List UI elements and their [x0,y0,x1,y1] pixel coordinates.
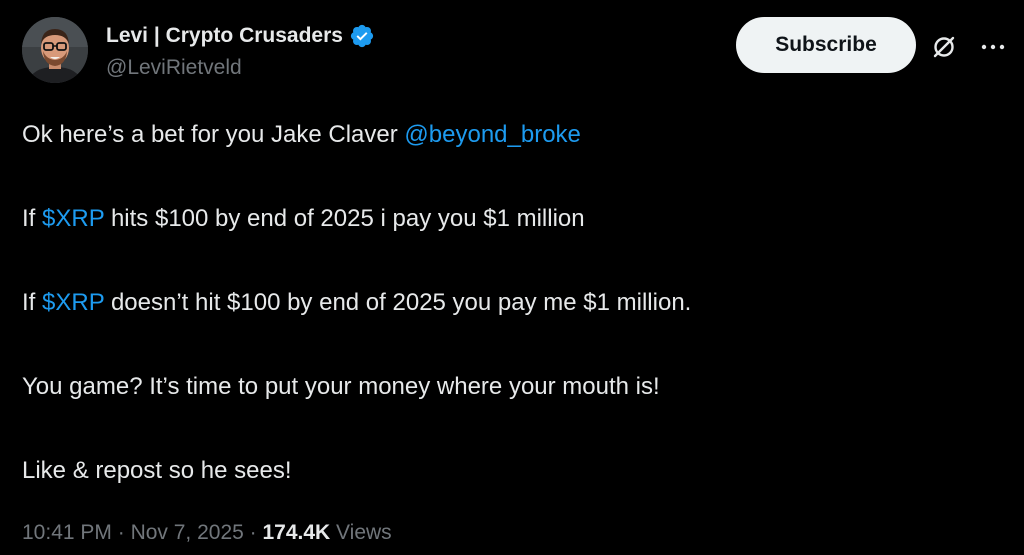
meta-separator: · [243,521,263,544]
author-identity[interactable]: Levi | Crypto Crusaders @LeviRietveld [106,21,375,80]
tweet-meta: 10:41 PM · Nov 7, 2025 · 174.4K Views [22,521,392,545]
tweet-paragraph: Ok here’s a bet for you Jake Claver @bey… [22,114,1002,156]
verified-badge-icon[interactable] [349,23,375,49]
text-run: Ok here’s a bet for you Jake Claver [22,121,405,148]
grok-icon[interactable] [930,33,958,61]
text-run: You game? It’s time to put your money wh… [22,373,660,400]
tweet: Levi | Crypto Crusaders @LeviRietveld Su… [0,0,1024,555]
tweet-text: Ok here’s a bet for you Jake Claver @bey… [22,114,1002,492]
name-row: Levi | Crypto Crusaders [106,21,375,51]
views-label: Views [330,521,392,544]
post-date[interactable]: Nov 7, 2025 [131,521,244,544]
mention-link[interactable]: @beyond_broke [404,121,580,148]
author-display-name[interactable]: Levi | Crypto Crusaders [106,24,343,48]
post-time[interactable]: 10:41 PM [22,521,112,544]
author-handle[interactable]: @LeviRietveld [106,56,375,80]
cashtag-link[interactable]: $XRP [42,289,104,316]
text-run: doesn’t hit $100 by end of 2025 you pay … [104,289,692,316]
tweet-paragraph: If $XRP doesn’t hit $100 by end of 2025 … [22,282,1002,324]
tweet-paragraph: You game? It’s time to put your money wh… [22,366,1002,408]
text-run: hits $100 by end of 2025 i pay you $1 mi… [104,205,585,232]
tweet-paragraph: Like & repost so he sees! [22,450,1002,492]
views-count: 174.4K [262,521,331,544]
text-run: If [22,205,43,232]
tweet-paragraph: If $XRP hits $100 by end of 2025 i pay y… [22,198,1002,240]
text-run: If [22,289,43,316]
meta-separator: · [111,521,131,544]
cashtag-link[interactable]: $XRP [42,205,104,232]
text-run: Like & repost so he sees! [22,457,292,484]
tweet-header: Levi | Crypto Crusaders @LeviRietveld Su… [22,17,1012,93]
subscribe-button[interactable]: Subscribe [736,17,916,73]
avatar-image [22,17,88,83]
avatar[interactable] [22,17,88,83]
more-icon[interactable] [977,37,1009,57]
